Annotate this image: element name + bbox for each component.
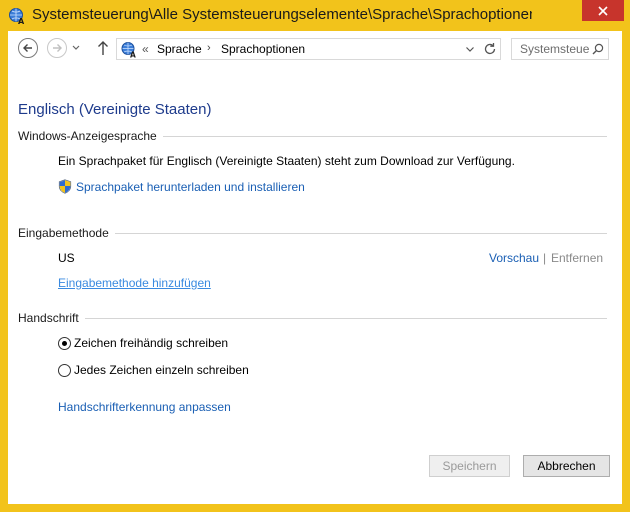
recent-locations-chevron-icon[interactable] [72, 43, 80, 53]
cancel-button[interactable]: Abbrechen [523, 455, 610, 477]
title-bar[interactable]: A Systemsteuerung\Alle Systemsteuerungse… [0, 0, 630, 32]
radio-freehand-label[interactable]: Zeichen freihändig schreiben [74, 336, 228, 350]
section-heading-handwriting: Handschrift [18, 311, 85, 325]
search-placeholder: Systemsteuerung durchsuchen [520, 42, 590, 56]
add-input-method-link[interactable]: Eingabemethode hinzufügen [58, 276, 211, 290]
breadcrumb-sprachoptionen[interactable]: Sprachoptionen [221, 42, 305, 56]
close-button[interactable] [582, 0, 624, 21]
remove-link[interactable]: Entfernen [551, 251, 603, 265]
up-arrow-icon[interactable] [97, 40, 109, 56]
breadcrumb-sprache[interactable]: Sprache [157, 42, 202, 56]
address-bar[interactable]: A « Sprache › Sprachoptionen [116, 38, 501, 60]
section-divider [18, 318, 607, 319]
back-button[interactable] [18, 38, 38, 58]
svg-text:A: A [18, 17, 25, 25]
arrow-right-icon [53, 44, 62, 52]
svg-text:A: A [130, 51, 136, 59]
address-dropdown-chevron-icon[interactable] [465, 44, 475, 54]
radio-single-char[interactable] [58, 364, 71, 377]
forward-button[interactable] [47, 38, 67, 58]
language-app-icon: A [9, 8, 25, 25]
close-icon [598, 5, 608, 16]
window-title: Systemsteuerung\Alle Systemsteuerungsele… [32, 6, 532, 23]
section-heading-input-method: Eingabemethode [18, 226, 115, 240]
customize-handwriting-link[interactable]: Handschrifterkennung anpassen [58, 400, 231, 414]
language-location-icon: A [121, 42, 136, 59]
search-icon[interactable] [592, 43, 604, 55]
radio-single-char-label[interactable]: Jedes Zeichen einzeln schreiben [74, 363, 249, 377]
preview-link[interactable]: Vorschau [489, 251, 539, 265]
refresh-icon[interactable] [483, 42, 497, 56]
control-panel-window: A Systemsteuerung\Alle Systemsteuerungse… [0, 0, 630, 512]
breadcrumb-overflow[interactable]: « [142, 42, 149, 56]
breadcrumb-separator[interactable]: › [207, 42, 211, 54]
save-button[interactable]: Speichern [429, 455, 510, 477]
link-separator: | [543, 251, 547, 265]
page-title: Englisch (Vereinigte Staaten) [18, 101, 212, 118]
language-pack-message: Ein Sprachpaket für Englisch (Vereinigte… [58, 154, 515, 168]
uac-shield-icon [58, 179, 72, 194]
radio-freehand[interactable] [58, 337, 71, 350]
input-method-us: US [58, 251, 75, 265]
search-input[interactable]: Systemsteuerung durchsuchen [511, 38, 609, 60]
section-heading-display-language: Windows-Anzeigesprache [18, 129, 163, 143]
download-language-pack-link[interactable]: Sprachpaket herunterladen und installier… [76, 180, 305, 194]
arrow-left-icon [23, 44, 32, 52]
client-area: A « Sprache › Sprachoptionen Systemsteue… [8, 31, 622, 504]
